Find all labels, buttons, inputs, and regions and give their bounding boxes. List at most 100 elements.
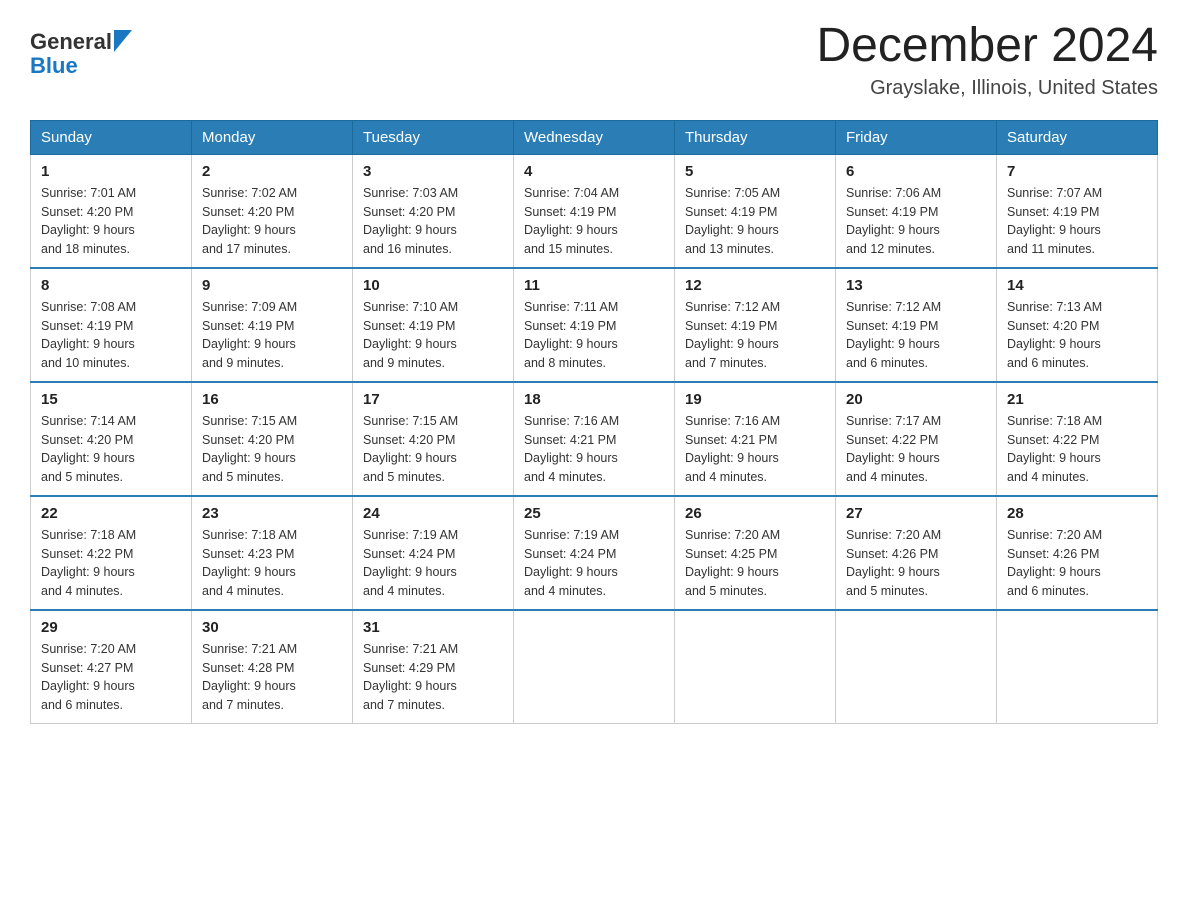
- col-wednesday: Wednesday: [514, 120, 675, 154]
- table-row: 8 Sunrise: 7:08 AM Sunset: 4:19 PM Dayli…: [31, 268, 192, 382]
- col-monday: Monday: [192, 120, 353, 154]
- day-info: Sunrise: 7:09 AM Sunset: 4:19 PM Dayligh…: [202, 298, 342, 373]
- day-number: 31: [363, 619, 503, 636]
- table-row: 3 Sunrise: 7:03 AM Sunset: 4:20 PM Dayli…: [353, 154, 514, 268]
- day-info: Sunrise: 7:02 AM Sunset: 4:20 PM Dayligh…: [202, 184, 342, 259]
- table-row: 13 Sunrise: 7:12 AM Sunset: 4:19 PM Dayl…: [836, 268, 997, 382]
- col-sunday: Sunday: [31, 120, 192, 154]
- day-info: Sunrise: 7:01 AM Sunset: 4:20 PM Dayligh…: [41, 184, 181, 259]
- day-info: Sunrise: 7:18 AM Sunset: 4:22 PM Dayligh…: [41, 526, 181, 601]
- table-row: 12 Sunrise: 7:12 AM Sunset: 4:19 PM Dayl…: [675, 268, 836, 382]
- day-number: 23: [202, 505, 342, 522]
- col-tuesday: Tuesday: [353, 120, 514, 154]
- calendar-week-row: 8 Sunrise: 7:08 AM Sunset: 4:19 PM Dayli…: [31, 268, 1158, 382]
- day-info: Sunrise: 7:12 AM Sunset: 4:19 PM Dayligh…: [846, 298, 986, 373]
- day-info: Sunrise: 7:04 AM Sunset: 4:19 PM Dayligh…: [524, 184, 664, 259]
- day-number: 13: [846, 277, 986, 294]
- table-row: 17 Sunrise: 7:15 AM Sunset: 4:20 PM Dayl…: [353, 382, 514, 496]
- day-number: 10: [363, 277, 503, 294]
- table-row: [675, 610, 836, 724]
- day-info: Sunrise: 7:21 AM Sunset: 4:28 PM Dayligh…: [202, 640, 342, 715]
- day-number: 29: [41, 619, 181, 636]
- day-number: 4: [524, 163, 664, 180]
- day-info: Sunrise: 7:12 AM Sunset: 4:19 PM Dayligh…: [685, 298, 825, 373]
- day-number: 12: [685, 277, 825, 294]
- day-info: Sunrise: 7:18 AM Sunset: 4:23 PM Dayligh…: [202, 526, 342, 601]
- day-number: 21: [1007, 391, 1147, 408]
- table-row: 14 Sunrise: 7:13 AM Sunset: 4:20 PM Dayl…: [997, 268, 1158, 382]
- day-info: Sunrise: 7:05 AM Sunset: 4:19 PM Dayligh…: [685, 184, 825, 259]
- calendar-table: Sunday Monday Tuesday Wednesday Thursday…: [30, 120, 1158, 724]
- day-info: Sunrise: 7:18 AM Sunset: 4:22 PM Dayligh…: [1007, 412, 1147, 487]
- day-number: 17: [363, 391, 503, 408]
- calendar-header-row: Sunday Monday Tuesday Wednesday Thursday…: [31, 120, 1158, 154]
- day-info: Sunrise: 7:16 AM Sunset: 4:21 PM Dayligh…: [524, 412, 664, 487]
- title-area: December 2024 Grayslake, Illinois, Unite…: [816, 20, 1158, 100]
- table-row: 10 Sunrise: 7:10 AM Sunset: 4:19 PM Dayl…: [353, 268, 514, 382]
- calendar-week-row: 29 Sunrise: 7:20 AM Sunset: 4:27 PM Dayl…: [31, 610, 1158, 724]
- table-row: 1 Sunrise: 7:01 AM Sunset: 4:20 PM Dayli…: [31, 154, 192, 268]
- day-number: 26: [685, 505, 825, 522]
- day-number: 3: [363, 163, 503, 180]
- day-number: 28: [1007, 505, 1147, 522]
- table-row: 23 Sunrise: 7:18 AM Sunset: 4:23 PM Dayl…: [192, 496, 353, 610]
- logo-text-general: General: [30, 30, 112, 54]
- table-row: 25 Sunrise: 7:19 AM Sunset: 4:24 PM Dayl…: [514, 496, 675, 610]
- day-number: 19: [685, 391, 825, 408]
- day-info: Sunrise: 7:17 AM Sunset: 4:22 PM Dayligh…: [846, 412, 986, 487]
- day-info: Sunrise: 7:15 AM Sunset: 4:20 PM Dayligh…: [202, 412, 342, 487]
- day-info: Sunrise: 7:03 AM Sunset: 4:20 PM Dayligh…: [363, 184, 503, 259]
- day-info: Sunrise: 7:13 AM Sunset: 4:20 PM Dayligh…: [1007, 298, 1147, 373]
- day-number: 6: [846, 163, 986, 180]
- calendar-week-row: 15 Sunrise: 7:14 AM Sunset: 4:20 PM Dayl…: [31, 382, 1158, 496]
- day-number: 15: [41, 391, 181, 408]
- table-row: 26 Sunrise: 7:20 AM Sunset: 4:25 PM Dayl…: [675, 496, 836, 610]
- table-row: 6 Sunrise: 7:06 AM Sunset: 4:19 PM Dayli…: [836, 154, 997, 268]
- day-info: Sunrise: 7:16 AM Sunset: 4:21 PM Dayligh…: [685, 412, 825, 487]
- page-header: General Blue December 2024 Grayslake, Il…: [30, 20, 1158, 100]
- table-row: [836, 610, 997, 724]
- table-row: 24 Sunrise: 7:19 AM Sunset: 4:24 PM Dayl…: [353, 496, 514, 610]
- table-row: [997, 610, 1158, 724]
- day-number: 7: [1007, 163, 1147, 180]
- day-info: Sunrise: 7:19 AM Sunset: 4:24 PM Dayligh…: [363, 526, 503, 601]
- table-row: 31 Sunrise: 7:21 AM Sunset: 4:29 PM Dayl…: [353, 610, 514, 724]
- day-number: 22: [41, 505, 181, 522]
- table-row: 4 Sunrise: 7:04 AM Sunset: 4:19 PM Dayli…: [514, 154, 675, 268]
- table-row: 30 Sunrise: 7:21 AM Sunset: 4:28 PM Dayl…: [192, 610, 353, 724]
- day-info: Sunrise: 7:14 AM Sunset: 4:20 PM Dayligh…: [41, 412, 181, 487]
- table-row: 15 Sunrise: 7:14 AM Sunset: 4:20 PM Dayl…: [31, 382, 192, 496]
- day-info: Sunrise: 7:10 AM Sunset: 4:19 PM Dayligh…: [363, 298, 503, 373]
- table-row: 20 Sunrise: 7:17 AM Sunset: 4:22 PM Dayl…: [836, 382, 997, 496]
- day-number: 1: [41, 163, 181, 180]
- day-info: Sunrise: 7:11 AM Sunset: 4:19 PM Dayligh…: [524, 298, 664, 373]
- day-info: Sunrise: 7:08 AM Sunset: 4:19 PM Dayligh…: [41, 298, 181, 373]
- day-number: 27: [846, 505, 986, 522]
- location-title: Grayslake, Illinois, United States: [816, 77, 1158, 100]
- day-info: Sunrise: 7:20 AM Sunset: 4:27 PM Dayligh…: [41, 640, 181, 715]
- col-friday: Friday: [836, 120, 997, 154]
- day-info: Sunrise: 7:20 AM Sunset: 4:25 PM Dayligh…: [685, 526, 825, 601]
- table-row: [514, 610, 675, 724]
- table-row: 19 Sunrise: 7:16 AM Sunset: 4:21 PM Dayl…: [675, 382, 836, 496]
- table-row: 29 Sunrise: 7:20 AM Sunset: 4:27 PM Dayl…: [31, 610, 192, 724]
- day-number: 25: [524, 505, 664, 522]
- day-number: 18: [524, 391, 664, 408]
- day-number: 8: [41, 277, 181, 294]
- col-thursday: Thursday: [675, 120, 836, 154]
- table-row: 22 Sunrise: 7:18 AM Sunset: 4:22 PM Dayl…: [31, 496, 192, 610]
- logo: General Blue: [30, 30, 132, 78]
- table-row: 7 Sunrise: 7:07 AM Sunset: 4:19 PM Dayli…: [997, 154, 1158, 268]
- table-row: 21 Sunrise: 7:18 AM Sunset: 4:22 PM Dayl…: [997, 382, 1158, 496]
- table-row: 27 Sunrise: 7:20 AM Sunset: 4:26 PM Dayl…: [836, 496, 997, 610]
- calendar-week-row: 22 Sunrise: 7:18 AM Sunset: 4:22 PM Dayl…: [31, 496, 1158, 610]
- day-info: Sunrise: 7:15 AM Sunset: 4:20 PM Dayligh…: [363, 412, 503, 487]
- day-number: 11: [524, 277, 664, 294]
- day-info: Sunrise: 7:20 AM Sunset: 4:26 PM Dayligh…: [846, 526, 986, 601]
- table-row: 16 Sunrise: 7:15 AM Sunset: 4:20 PM Dayl…: [192, 382, 353, 496]
- logo-triangle-icon: [114, 30, 132, 52]
- day-number: 2: [202, 163, 342, 180]
- day-number: 30: [202, 619, 342, 636]
- day-number: 14: [1007, 277, 1147, 294]
- day-info: Sunrise: 7:20 AM Sunset: 4:26 PM Dayligh…: [1007, 526, 1147, 601]
